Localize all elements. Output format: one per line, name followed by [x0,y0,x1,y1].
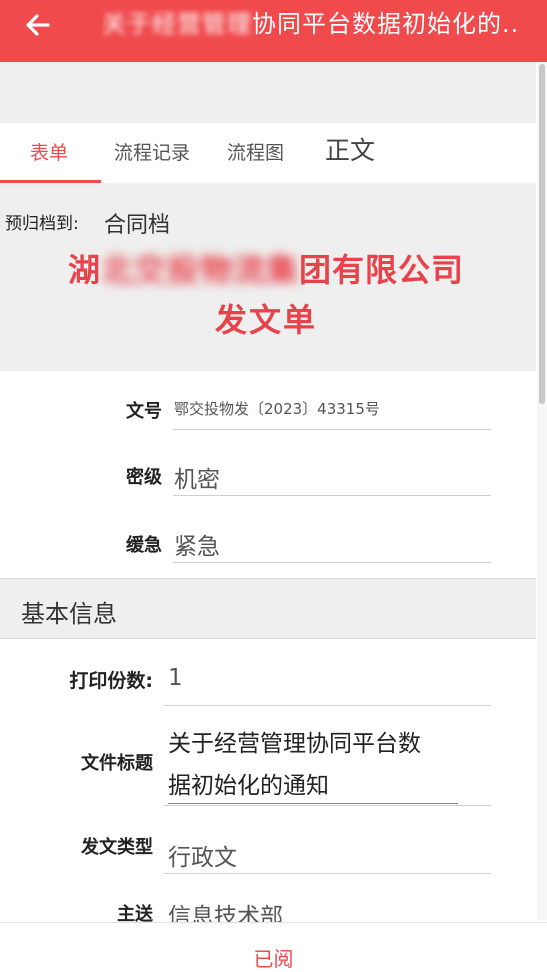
secret-level-underline [173,495,491,496]
scrollbar-thumb[interactable] [539,64,545,404]
tab-flowchart[interactable]: 流程图 [227,123,284,183]
title-visible-part: 协同平台数据初始化的.. [252,10,520,38]
file-title-label: 文件标题 [81,753,153,774]
secret-level-value[interactable]: 机密 [174,460,220,494]
company-name-end: 团有限公司 [299,251,465,289]
issue-type-value[interactable]: 行政文 [168,838,237,872]
print-copies-label: 打印份数: [69,670,153,692]
company-name-start: 湖 [67,251,101,289]
tab-bar: 表单 流程记录 流程图 正文 [0,123,536,183]
archive-value: 合同档 [104,213,171,238]
archive-label: 预归档到: [5,214,79,234]
company-name: 湖北交投物流集团有限公司 [0,245,532,291]
top-app-bar: 关于经营管理协同平台数据初始化的.. [0,0,547,62]
issue-type-underline [164,873,491,874]
document-type-title: 发文单 [214,301,317,339]
tab-process-record[interactable]: 流程记录 [114,123,190,183]
issue-type-label: 发文类型 [81,837,153,858]
doc-number-label: 文号 [126,401,162,422]
bottom-action-bar: 已阅 [0,922,547,972]
urgency-value[interactable]: 紧急 [174,527,220,561]
file-title-underline [164,805,491,806]
read-button[interactable]: 已阅 [0,923,547,972]
section-header: 基本信息 [0,578,536,639]
spacer-band [0,62,536,123]
print-copies-value[interactable]: 1 [168,665,183,691]
doc-number-value[interactable]: 鄂交投物发〔2023〕43315号 [174,398,380,419]
print-copies-underline [164,705,491,706]
form-header: 预归档到: 合同档 湖北交投物流集团有限公司 发文单 [0,183,536,371]
tab-form[interactable]: 表单 [30,123,68,183]
file-title-value-line2[interactable]: 据初始化的通知 [168,766,329,800]
urgency-label: 缓急 [126,535,162,556]
title-blurred-part: 关于经营管理 [102,10,252,38]
section-title: 基本信息 [21,600,117,628]
arrow-left-icon [26,14,50,36]
tab-body-text[interactable]: 正文 [325,123,375,183]
scrollbar[interactable] [537,62,547,920]
back-button[interactable] [22,8,56,42]
urgency-underline [173,562,491,563]
company-name-blurred: 北交投物流集 [100,251,299,289]
file-title-textarea-line [168,803,458,804]
doc-number-underline [173,429,491,430]
secret-level-label: 密级 [126,467,162,488]
file-title-value-line1[interactable]: 关于经营管理协同平台数 [168,724,421,758]
page-title: 关于经营管理协同平台数据初始化的.. [102,9,542,43]
